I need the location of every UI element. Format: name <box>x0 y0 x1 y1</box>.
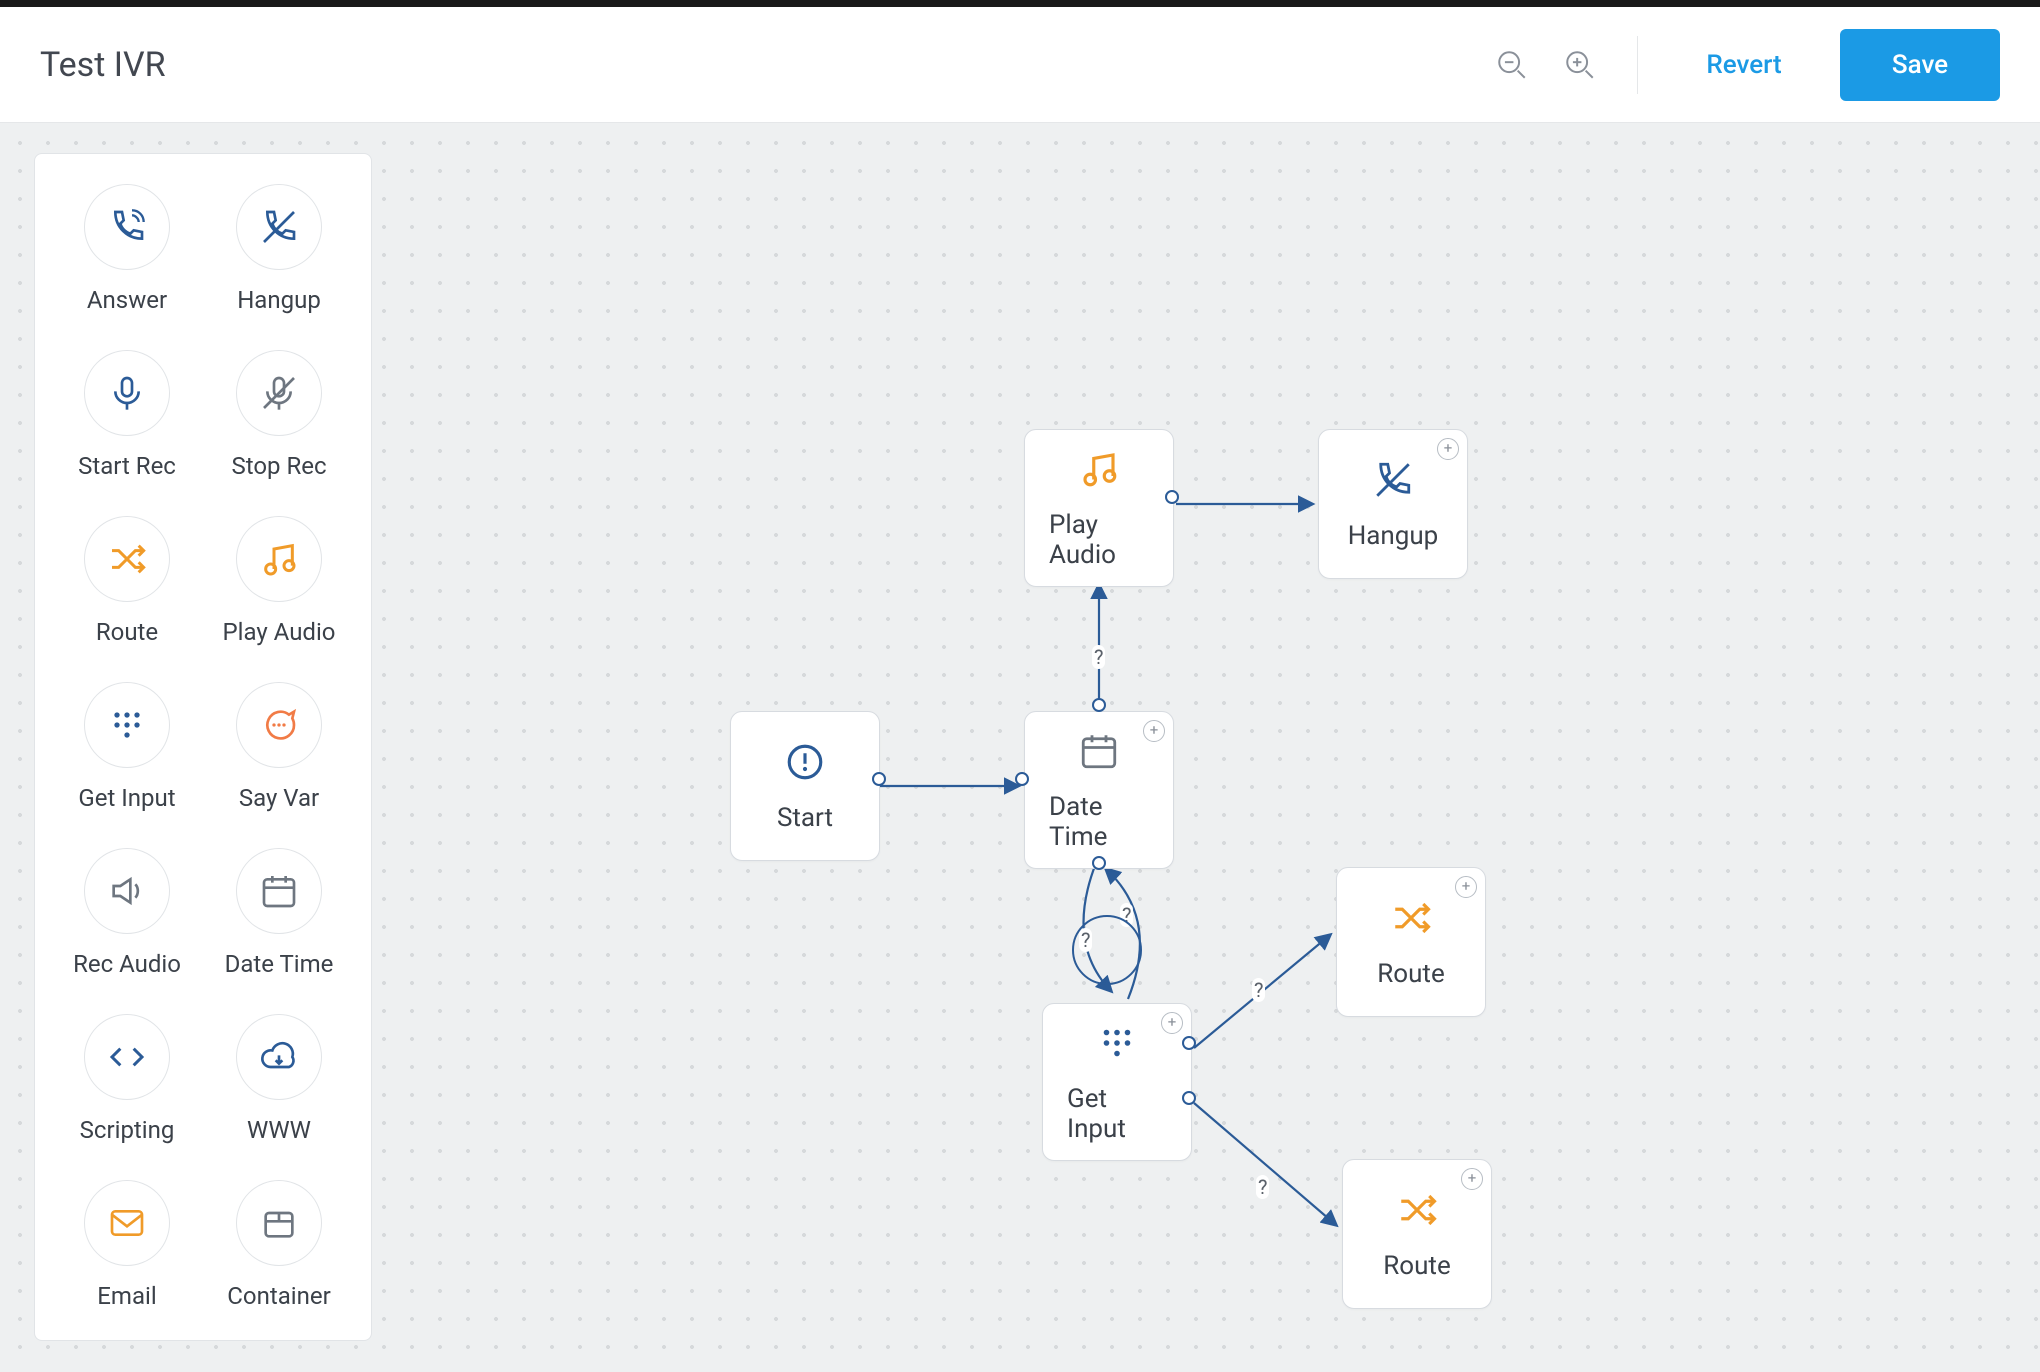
connection-port[interactable] <box>1092 698 1106 712</box>
mic-off-icon <box>236 350 322 436</box>
palette-item-scripting[interactable]: Scripting <box>51 1014 203 1144</box>
header-separator <box>1637 36 1638 94</box>
palette-item-say-var[interactable]: Say Var <box>203 682 355 812</box>
palette-item-label: Hangup <box>237 286 321 314</box>
calendar-icon <box>236 848 322 934</box>
palette-item-container[interactable]: Container <box>203 1180 355 1310</box>
revert-button[interactable]: Revert <box>1674 29 1814 101</box>
palette-item-label: Stop Rec <box>231 452 326 480</box>
loop-decoration <box>1072 915 1142 985</box>
palette-item-label: WWW <box>247 1116 311 1144</box>
speaker-icon <box>84 848 170 934</box>
palette-item-email[interactable]: Email <box>51 1180 203 1310</box>
node-palette: Answer Hangup Start Rec Stop Rec Route P… <box>34 153 372 1341</box>
palette-item-play-audio[interactable]: Play Audio <box>203 516 355 646</box>
phone-answer-icon <box>84 184 170 270</box>
save-button[interactable]: Save <box>1840 29 2000 101</box>
connection-port[interactable] <box>872 772 886 786</box>
palette-item-get-input[interactable]: Get Input <box>51 682 203 812</box>
envelope-icon <box>84 1180 170 1266</box>
phone-hangup-icon <box>236 184 322 270</box>
flow-node-label: Get Input <box>1067 1084 1167 1144</box>
cloud-download-icon <box>236 1014 322 1100</box>
node-add-button[interactable]: + <box>1143 720 1165 742</box>
node-add-button[interactable]: + <box>1461 1168 1483 1190</box>
flow-node-hangup[interactable]: + Hangup <box>1318 429 1468 579</box>
start-icon <box>784 741 826 787</box>
music-note-icon <box>236 516 322 602</box>
node-add-button[interactable]: + <box>1455 876 1477 898</box>
palette-item-hangup[interactable]: Hangup <box>203 184 355 314</box>
phone-hangup-icon <box>1372 459 1414 505</box>
app-header: Test IVR Revert Save <box>0 7 2040 123</box>
flow-node-route2[interactable]: + Route <box>1342 1159 1492 1309</box>
palette-item-label: Play Audio <box>223 618 336 646</box>
connection-port[interactable] <box>1165 490 1179 504</box>
palette-item-label: Email <box>97 1282 156 1310</box>
connection-port[interactable] <box>1182 1091 1196 1105</box>
flow-node-playaudio[interactable]: Play Audio <box>1024 429 1174 587</box>
flow-node-datetime[interactable]: + Date Time <box>1024 711 1174 869</box>
palette-item-start-rec[interactable]: Start Rec <box>51 350 203 480</box>
flow-node-label: Date Time <box>1049 792 1149 852</box>
node-add-button[interactable]: + <box>1437 438 1459 460</box>
palette-item-label: Start Rec <box>78 452 176 480</box>
zoom-out-button[interactable] <box>1491 44 1533 86</box>
edge-condition-label[interactable]: ? <box>1092 645 1105 669</box>
window-titlebar-stub <box>0 0 2040 7</box>
code-icon <box>84 1014 170 1100</box>
mic-icon <box>84 350 170 436</box>
shuffle-icon <box>84 516 170 602</box>
palette-item-answer[interactable]: Answer <box>51 184 203 314</box>
shuffle-icon <box>1396 1189 1438 1235</box>
palette-item-label: Get Input <box>78 784 175 812</box>
music-note-icon <box>1078 448 1120 494</box>
palette-item-label: Rec Audio <box>73 950 181 978</box>
palette-item-date-time[interactable]: Date Time <box>203 848 355 978</box>
zoom-out-icon <box>1495 48 1529 82</box>
connection-port[interactable] <box>1182 1036 1196 1050</box>
palette-item-rec-audio[interactable]: Rec Audio <box>51 848 203 978</box>
flow-canvas[interactable]: Answer Hangup Start Rec Stop Rec Route P… <box>0 123 2040 1372</box>
flow-node-label: Route <box>1383 1251 1450 1281</box>
flow-node-label: Route <box>1377 959 1444 989</box>
flow-node-route1[interactable]: + Route <box>1336 867 1486 1017</box>
palette-item-label: Scripting <box>80 1116 175 1144</box>
zoom-in-icon <box>1563 48 1597 82</box>
page-title: Test IVR <box>40 45 166 85</box>
keypad-icon <box>84 682 170 768</box>
palette-item-www[interactable]: WWW <box>203 1014 355 1144</box>
zoom-in-button[interactable] <box>1559 44 1601 86</box>
edge-condition-label[interactable]: ? <box>1252 978 1265 1002</box>
flow-node-label: Play Audio <box>1049 510 1149 570</box>
connection-port[interactable] <box>1092 856 1106 870</box>
connection-port[interactable] <box>1015 772 1029 786</box>
calendar-icon <box>1078 730 1120 776</box>
palette-item-label: Answer <box>87 286 167 314</box>
palette-item-label: Route <box>96 618 158 646</box>
node-add-button[interactable]: + <box>1161 1012 1183 1034</box>
palette-item-label: Container <box>227 1282 330 1310</box>
shuffle-icon <box>1390 897 1432 943</box>
flow-node-start[interactable]: Start <box>730 711 880 861</box>
flow-node-label: Hangup <box>1348 521 1439 551</box>
flow-node-getinput[interactable]: + Get Input <box>1042 1003 1192 1161</box>
edge-condition-label[interactable]: ? <box>1256 1175 1269 1199</box>
flow-node-label: Start <box>777 803 833 833</box>
palette-item-stop-rec[interactable]: Stop Rec <box>203 350 355 480</box>
speech-bubble-icon <box>236 682 322 768</box>
palette-item-route[interactable]: Route <box>51 516 203 646</box>
palette-item-label: Say Var <box>239 784 319 812</box>
keypad-icon <box>1096 1022 1138 1068</box>
container-icon <box>236 1180 322 1266</box>
palette-item-label: Date Time <box>225 950 334 978</box>
